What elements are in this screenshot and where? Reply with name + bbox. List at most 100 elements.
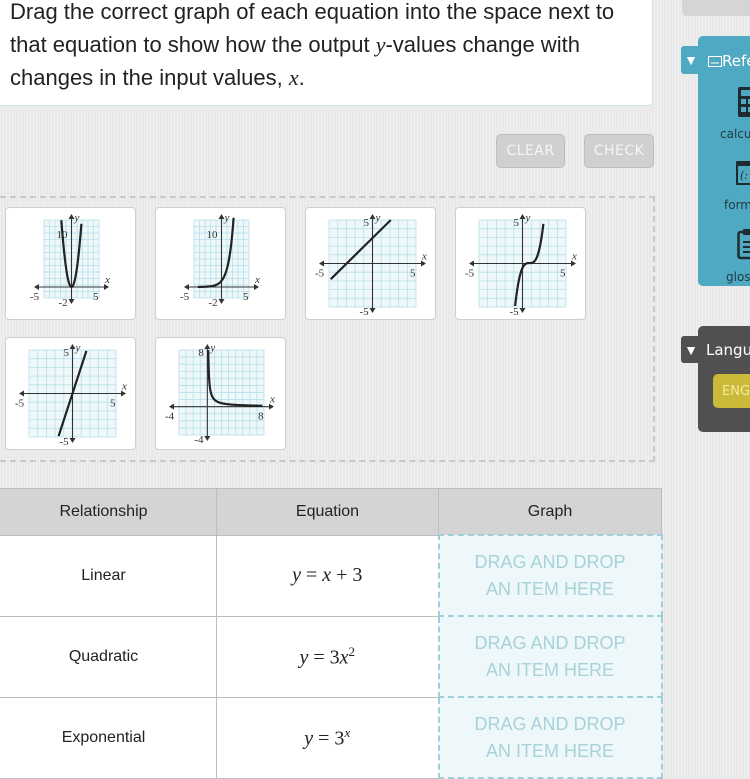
- tile-reciprocal-graph[interactable]: xy-488-4: [155, 337, 286, 450]
- table-row: Quadratic y = 3x2 DRAG AND DROPAN ITEM H…: [0, 616, 662, 697]
- eq-var: x: [322, 564, 331, 586]
- drop-text-line2: AN ITEM HERE: [441, 576, 660, 603]
- x-axis-arrow-left: [319, 261, 324, 267]
- equation-cell: y = 3x2: [217, 616, 439, 697]
- eq-tail: + 3: [331, 564, 362, 586]
- x-axis-label: x: [104, 274, 110, 286]
- y-max-label: 5: [364, 217, 370, 229]
- y-axis-label: y: [375, 212, 381, 224]
- y-axis-label: y: [525, 212, 531, 224]
- relationship-cell: Quadratic: [0, 616, 217, 697]
- x-axis-label: x: [254, 274, 260, 286]
- y-max-label: 5: [64, 347, 70, 359]
- y-min-label: -4: [194, 434, 204, 446]
- table-row: Exponential y = 3x DRAG AND DROPAN ITEM …: [0, 697, 662, 778]
- calculator-icon[interactable]: [737, 86, 750, 118]
- eq-lhs: y: [292, 564, 301, 586]
- eq-mid: = 3: [308, 646, 339, 668]
- language-title: Langu: [706, 341, 750, 359]
- drop-text-line2: AN ITEM HERE: [441, 657, 660, 684]
- graph-thumbnail: x y -5 5 5 -5: [456, 208, 587, 321]
- equation-cell: y = x + 3: [217, 535, 439, 616]
- table-row: Linear y = x + 3 DRAG AND DROPAN ITEM HE…: [0, 535, 662, 616]
- y-axis-arrow-down: [69, 299, 75, 304]
- eq-mid: = 3: [313, 727, 344, 749]
- x-axis-label: x: [269, 394, 275, 406]
- table-header-row: Relationship Equation Graph: [0, 489, 662, 536]
- graph-thumbnail: xy-555-5: [306, 208, 437, 321]
- glossary-label[interactable]: glos: [726, 270, 750, 284]
- y-axis-arrow-down: [219, 299, 225, 304]
- matching-table: Relationship Equation Graph Linear y = x…: [0, 488, 663, 779]
- keyboard-icon: [708, 56, 722, 67]
- reference-collapse-toggle[interactable]: ▼: [681, 46, 701, 74]
- prompt-text: Drag the correct graph of each equation …: [10, 0, 650, 94]
- formula-icon[interactable]: (:: [735, 160, 750, 186]
- y-max-label: 10: [207, 229, 219, 241]
- x-axis-label: x: [121, 381, 127, 393]
- drop-text-line1: DRAG AND DROP: [441, 711, 660, 738]
- eq-lhs: y: [304, 727, 313, 749]
- tile-cubic-graph[interactable]: x y -5 5 5 -5: [455, 207, 586, 320]
- x-min-label: -5: [30, 291, 40, 303]
- triangle-down-icon: ▼: [684, 52, 698, 68]
- triangle-down-icon: ▼: [684, 342, 698, 358]
- x-min-label: -5: [465, 268, 475, 280]
- x-max-label: 5: [410, 268, 416, 280]
- eq-exponent: 2: [349, 644, 356, 659]
- y-min-label: -2: [59, 297, 68, 309]
- prompt-var-x: x: [289, 65, 299, 90]
- x-min-label: -5: [315, 268, 325, 280]
- relationship-cell: Linear: [0, 535, 217, 616]
- x-axis-label: x: [571, 251, 577, 263]
- english-language-button[interactable]: ENG: [713, 374, 750, 408]
- check-button[interactable]: CHECK: [584, 134, 654, 168]
- x-max-label: 5: [560, 268, 566, 280]
- y-min-label: -5: [60, 436, 70, 448]
- x-max-label: 5: [110, 398, 116, 410]
- graph-thumbnail: xy-488-4: [156, 338, 287, 451]
- tile-steep-linear-graph[interactable]: xy-555-5: [5, 337, 136, 450]
- graph-thumbnail: xy-555-5: [6, 338, 137, 451]
- drop-text-line1: DRAG AND DROP: [441, 630, 660, 657]
- tile-linear-graph[interactable]: xy-555-5: [305, 207, 436, 320]
- drop-zone-quadratic[interactable]: DRAG AND DROPAN ITEM HERE: [439, 616, 662, 697]
- drop-text-line2: AN ITEM HERE: [441, 738, 660, 765]
- y-min-label: -5: [360, 306, 370, 318]
- equation-cell: y = 3x: [217, 697, 439, 778]
- x-axis-arrow-left: [34, 284, 39, 290]
- x-axis-arrow-left: [169, 404, 174, 410]
- eq-var: x: [340, 646, 349, 668]
- tile-quadratic-graph[interactable]: xy-5510-2: [5, 207, 136, 320]
- y-axis-label: y: [74, 212, 80, 224]
- clear-button[interactable]: CLEAR: [496, 134, 565, 168]
- top-right-button[interactable]: [682, 0, 750, 16]
- drop-text-line1: DRAG AND DROP: [441, 549, 660, 576]
- reference-title[interactable]: Refe: [708, 52, 750, 70]
- x-max-label: 8: [258, 411, 264, 423]
- y-max-label: 5: [514, 217, 520, 229]
- eq-mid: =: [301, 564, 322, 586]
- x-max-label: 5: [243, 291, 249, 303]
- drop-zone-linear[interactable]: DRAG AND DROPAN ITEM HERE: [439, 535, 662, 616]
- x-axis-arrow-left: [469, 261, 474, 267]
- header-relationship: Relationship: [0, 489, 217, 536]
- x-max-label: 5: [93, 291, 99, 303]
- language-collapse-toggle[interactable]: ▼: [681, 336, 701, 363]
- y-axis-arrow-down: [204, 436, 210, 441]
- y-axis-arrow-down: [370, 308, 376, 313]
- y-min-label: -5: [510, 306, 520, 318]
- tile-exponential-graph[interactable]: xy-5510-2: [155, 207, 286, 320]
- graph-thumbnail: xy-5510-2: [6, 208, 137, 321]
- x-min-label: -4: [165, 411, 175, 423]
- glossary-clipboard-icon[interactable]: [737, 228, 750, 260]
- y-max-label: 8: [198, 347, 204, 359]
- x-axis-arrow-left: [19, 391, 24, 397]
- header-equation: Equation: [217, 489, 439, 536]
- calculator-label[interactable]: calcu: [720, 127, 750, 141]
- x-min-label: -5: [180, 291, 190, 303]
- relationship-cell: Exponential: [0, 697, 217, 778]
- drop-zone-exponential[interactable]: DRAG AND DROPAN ITEM HERE: [439, 697, 662, 778]
- formula-label[interactable]: form: [724, 198, 750, 212]
- graph-thumbnail: xy-5510-2: [156, 208, 287, 321]
